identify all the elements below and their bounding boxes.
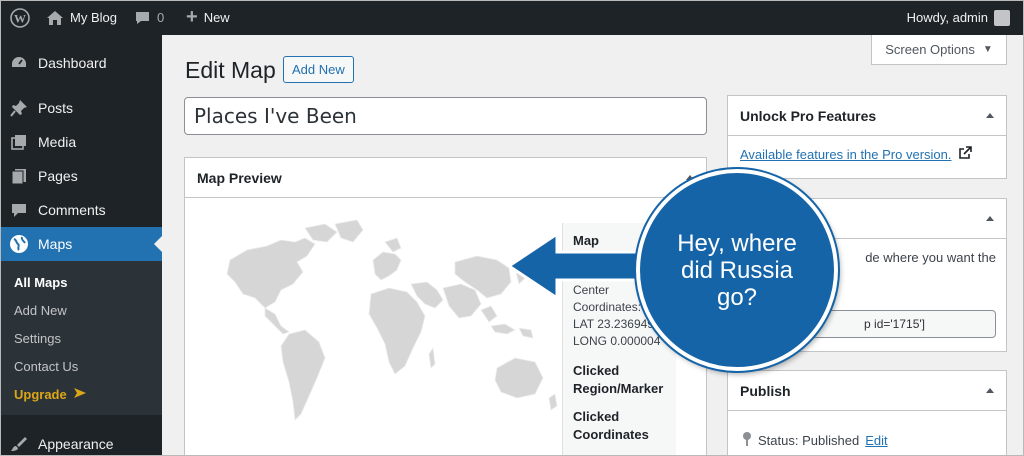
- edit-status-link[interactable]: Edit: [865, 433, 887, 448]
- comment-icon: [0, 201, 38, 219]
- callout-text: Hey, where did Russia go?: [677, 229, 797, 311]
- unlock-pro-body: Available features in the Pro version.: [728, 136, 1006, 173]
- collapse-icon[interactable]: [986, 216, 994, 221]
- map-preview-box: Map Preview Map Center Coordinates: LAT …: [184, 157, 707, 456]
- sidebar-item-label: Appearance: [38, 436, 114, 452]
- brush-icon: [0, 435, 38, 453]
- external-link-icon[interactable]: [958, 146, 972, 163]
- maps-submenu: All Maps Add New Settings Contact Us Upg…: [0, 261, 162, 415]
- callout-bubble: Hey, where did Russia go?: [636, 169, 838, 371]
- map-preview-header[interactable]: Map Preview: [185, 158, 706, 198]
- clicked-region-label: Clicked Region/Marker: [573, 363, 664, 396]
- home-icon: [46, 10, 64, 26]
- upgrade-label: Upgrade: [14, 387, 67, 402]
- plus-icon: +: [186, 5, 198, 28]
- submenu-upgrade[interactable]: Upgrade: [14, 387, 87, 402]
- submenu-all-maps[interactable]: All Maps: [14, 275, 67, 290]
- sidebar-item-dashboard[interactable]: Dashboard: [0, 46, 162, 80]
- page-title: Edit Map: [185, 57, 276, 83]
- wordpress-logo-icon[interactable]: W: [10, 0, 30, 35]
- collapse-icon[interactable]: [986, 388, 994, 393]
- sidebar-item-posts[interactable]: Posts: [0, 91, 162, 125]
- submenu-contact-us[interactable]: Contact Us: [14, 359, 78, 374]
- submenu-add-new[interactable]: Add New: [14, 303, 67, 318]
- unlock-pro-box: Unlock Pro Features Available features i…: [727, 95, 1007, 179]
- pages-icon: [0, 167, 38, 185]
- comments-link[interactable]: 0: [134, 0, 164, 35]
- publish-title: Publish: [740, 382, 791, 399]
- submenu-settings[interactable]: Settings: [14, 331, 61, 346]
- publish-status-text: Status: Published: [758, 433, 860, 448]
- publish-box: Publish Status: Published Edit: [727, 370, 1007, 456]
- media-icon: [0, 133, 38, 151]
- site-name-link[interactable]: My Blog: [46, 0, 117, 35]
- sidebar-item-pages[interactable]: Pages: [0, 159, 162, 193]
- sidebar-item-media[interactable]: Media: [0, 125, 162, 159]
- publish-status: Status: Published Edit: [742, 431, 888, 450]
- longitude-value: LONG 0.000004: [573, 334, 661, 348]
- comments-count: 0: [157, 10, 165, 25]
- sidebar-item-label: Comments: [38, 202, 106, 218]
- new-content-link[interactable]: + New: [186, 0, 230, 35]
- publish-header[interactable]: Publish: [728, 371, 1006, 411]
- avatar: [994, 9, 1010, 26]
- add-new-button[interactable]: Add New: [283, 56, 354, 83]
- account-menu[interactable]: Howdy, admin: [907, 0, 1010, 35]
- new-label: New: [203, 10, 230, 25]
- sidebar-item-comments[interactable]: Comments: [0, 193, 162, 227]
- pin-icon: [0, 99, 38, 117]
- caret-down-icon: ▼: [982, 44, 993, 55]
- sidebar-item-label: Media: [38, 134, 77, 150]
- dashboard-icon: [0, 54, 38, 72]
- screen-options-label: Screen Options: [885, 42, 975, 57]
- collapse-icon[interactable]: [986, 113, 994, 118]
- admin-sidebar: Dashboard Posts Media Pages Comments Map…: [0, 35, 162, 456]
- sidebar-item-label: Maps: [38, 236, 73, 252]
- admin-bar: W My Blog 0 + New Howdy, admin: [0, 0, 1024, 35]
- sidebar-item-label: Dashboard: [38, 55, 107, 71]
- arrow-right-icon: [73, 387, 87, 402]
- sidebar-item-label: Pages: [38, 168, 78, 184]
- howdy-text: Howdy, admin: [906, 10, 988, 25]
- pro-features-link[interactable]: Available features in the Pro version.: [740, 147, 952, 162]
- pin-icon: [742, 431, 752, 450]
- globe-icon: [0, 234, 38, 254]
- sidebar-item-appearance[interactable]: Appearance: [0, 427, 162, 456]
- map-preview-title: Map Preview: [197, 169, 282, 186]
- screen-options-button[interactable]: Screen Options ▼: [871, 35, 1007, 65]
- unlock-pro-title: Unlock Pro Features: [740, 107, 877, 124]
- site-name: My Blog: [70, 10, 117, 25]
- sidebar-item-label: Posts: [38, 100, 74, 116]
- unlock-pro-header[interactable]: Unlock Pro Features: [728, 96, 1006, 136]
- clicked-coordinates-label: Clicked Coordinates: [573, 409, 649, 442]
- svg-text:W: W: [14, 11, 26, 25]
- sidebar-item-maps[interactable]: Maps: [0, 227, 162, 261]
- map-title-input[interactable]: Places I've Been: [184, 97, 707, 135]
- comment-bubble-icon: [134, 10, 151, 26]
